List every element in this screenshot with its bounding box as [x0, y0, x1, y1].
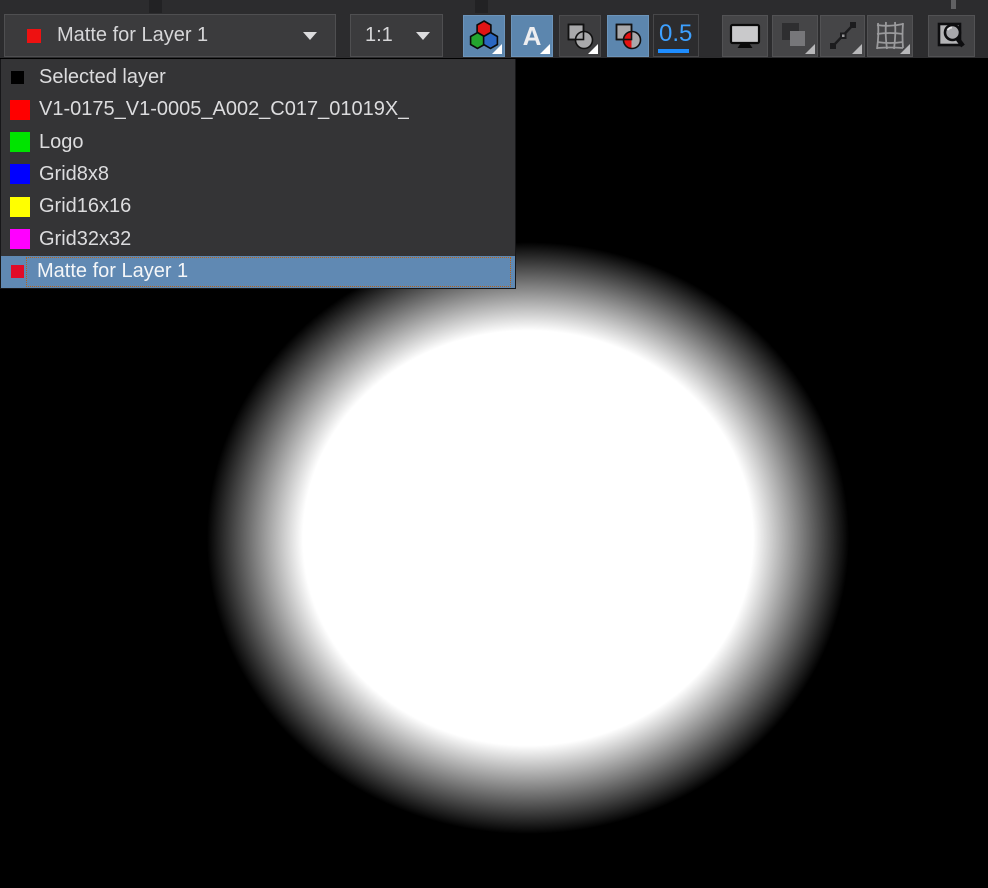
viewer-toolbar: Matte for Layer 1 1:1 A: [0, 0, 988, 58]
matte-red-overlay-button[interactable]: [607, 15, 649, 57]
overlay-opacity-value: 0.5: [659, 20, 692, 48]
layer-menu-item-label: Selected layer: [39, 66, 166, 89]
corner-options-triangle-icon: [852, 44, 862, 54]
corner-options-triangle-icon: [900, 44, 910, 54]
corner-options-triangle-icon: [540, 44, 550, 54]
rgb-channels-button[interactable]: [463, 15, 505, 57]
chevron-down-icon: [416, 32, 430, 40]
corner-options-triangle-icon: [588, 44, 598, 54]
layer-color-swatch: [27, 29, 41, 43]
matte-red-overlay-icon: [611, 19, 645, 53]
layer-menu-item-selected[interactable]: Matte for Layer 1: [1, 256, 515, 288]
app-window: Matte for Layer 1 1:1 A: [0, 0, 988, 888]
panel-tab-notch: [475, 0, 488, 13]
layer-menu-item[interactable]: V1-0175_V1-0005_A002_C017_01019X_: [1, 93, 515, 125]
opacity-slider-underline[interactable]: [658, 49, 689, 53]
layer-menu-item-label: Grid16x16: [39, 195, 131, 218]
mesh-warp-button[interactable]: [867, 15, 913, 57]
monitor-output-button[interactable]: [722, 15, 768, 57]
layer-menu-item[interactable]: Grid8x8: [1, 158, 515, 190]
pixel-inspect-button[interactable]: [928, 15, 975, 57]
compare-layers-button[interactable]: [772, 15, 818, 57]
layer-selector-value: Matte for Layer 1: [57, 24, 208, 47]
panel-tab-notch: [149, 0, 162, 13]
zoom-level-value: 1:1: [365, 24, 393, 47]
layer-color-swatch: [10, 229, 30, 249]
layer-color-swatch: [10, 100, 30, 120]
matte-overlay-button[interactable]: [559, 15, 601, 57]
overlay-opacity-field[interactable]: 0.5: [653, 14, 699, 57]
layer-menu-item[interactable]: Grid16x16: [1, 191, 515, 223]
layer-color-swatch: [10, 132, 30, 152]
layer-menu-item-label: Matte for Layer 1: [37, 260, 188, 283]
layer-menu-item-label: Grid8x8: [39, 163, 109, 186]
layer-selector-dropdown[interactable]: Matte for Layer 1: [4, 14, 336, 57]
alpha-channel-button[interactable]: A: [511, 15, 553, 57]
corner-options-triangle-icon: [492, 44, 502, 54]
spline-tool-button[interactable]: [820, 15, 865, 57]
alpha-channel-icon: A: [523, 23, 542, 49]
layer-menu-item-label: Logo: [39, 131, 84, 154]
scrollbar-remnant: [951, 0, 956, 9]
layer-menu-item-label: V1-0175_V1-0005_A002_C017_01019X_: [39, 98, 409, 121]
layer-menu-item[interactable]: Logo: [1, 126, 515, 158]
magnifier-icon: [933, 17, 971, 55]
layer-color-swatch: [11, 71, 24, 84]
layer-color-swatch: [10, 197, 30, 217]
layer-color-swatch: [11, 265, 24, 278]
layer-menu-item[interactable]: Grid32x32: [1, 223, 515, 255]
zoom-level-dropdown[interactable]: 1:1: [350, 14, 443, 57]
monitor-icon: [727, 18, 763, 54]
layer-dropdown-menu: Selected layer V1-0175_V1-0005_A002_C017…: [0, 59, 516, 289]
corner-options-triangle-icon: [805, 44, 815, 54]
layer-color-swatch: [10, 164, 30, 184]
layer-menu-item[interactable]: Selected layer: [1, 61, 515, 93]
chevron-down-icon: [303, 32, 317, 40]
layer-menu-item-label: Grid32x32: [39, 228, 131, 251]
